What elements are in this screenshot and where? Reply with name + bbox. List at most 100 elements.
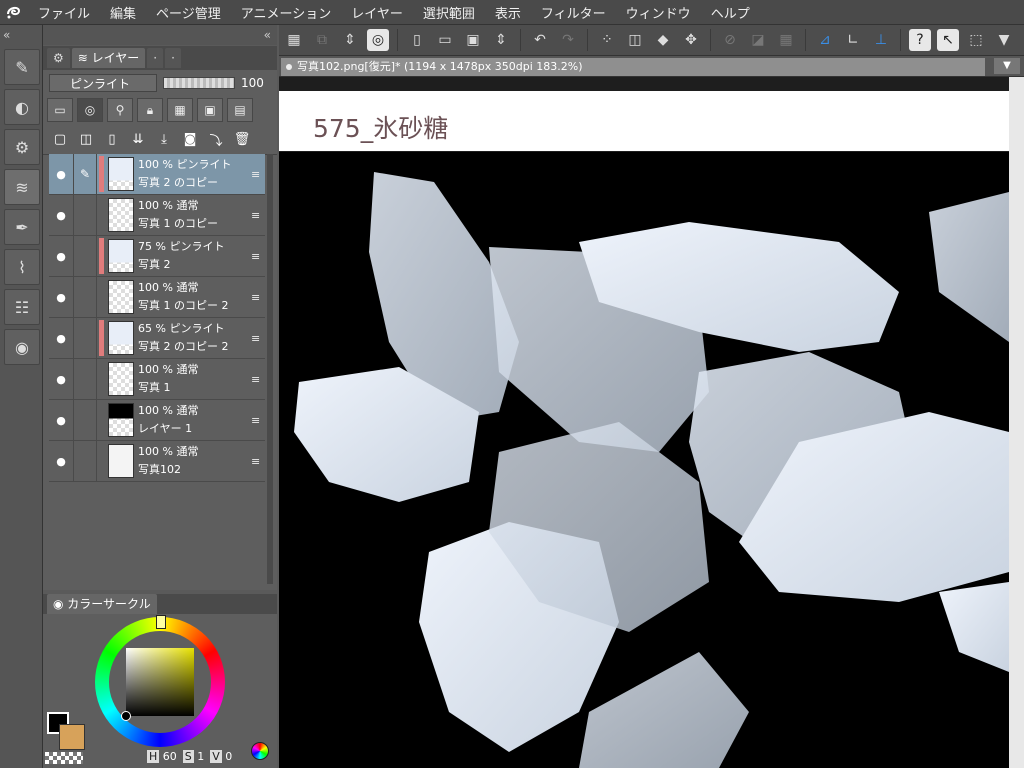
visibility-eye-icon[interactable]: ●	[49, 373, 73, 386]
edit-target-slot[interactable]	[73, 318, 97, 358]
fill-icon[interactable]: ◆	[652, 29, 674, 51]
layer-row[interactable]: ● 100 % 通常 写真 1 ≡	[49, 359, 265, 400]
edit-target-slot[interactable]	[73, 277, 97, 317]
help-icon[interactable]: ?	[909, 29, 931, 51]
menu-item-5[interactable]: 選択範囲	[413, 3, 485, 22]
combine-down-icon[interactable]: ⤓	[153, 128, 175, 150]
transparent-color-swatch[interactable]	[45, 752, 83, 764]
hue-ring[interactable]	[95, 615, 225, 747]
sub-color-swatch[interactable]	[59, 724, 85, 750]
tab-color-circle[interactable]: ◉ カラーサークル	[47, 594, 157, 614]
delete-layer-icon[interactable]: 🗑︎	[231, 128, 253, 150]
snap-grid-icon[interactable]: ⊥	[870, 29, 892, 51]
menu-item-7[interactable]: フィルター	[531, 3, 616, 22]
visibility-eye-icon[interactable]: ●	[49, 209, 73, 222]
canvas-vertical-scrollbar[interactable]	[1009, 77, 1024, 768]
opacity-slider[interactable]	[163, 77, 235, 89]
tool-icon[interactable]: ✎	[4, 49, 40, 85]
edit-target-slot[interactable]	[73, 236, 97, 276]
toolbar-menu-icon[interactable]: ▼	[993, 29, 1015, 51]
deselect-icon[interactable]: ⊘	[719, 29, 741, 51]
visibility-eye-icon[interactable]: ●	[49, 168, 73, 181]
menu-item-6[interactable]: 表示	[485, 3, 531, 22]
menu-item-0[interactable]: ファイル	[28, 3, 100, 22]
layer-thumbnail[interactable]	[108, 321, 134, 355]
menu-item-1[interactable]: 編集	[100, 3, 146, 22]
document-tab[interactable]: 写真102.png[復元]* (1194 x 1478px 350dpi 183…	[281, 58, 985, 76]
layer-thumbnail[interactable]	[108, 239, 134, 273]
collapse-left-icon[interactable]: «	[0, 25, 42, 45]
layer-thumbnail[interactable]	[108, 403, 134, 437]
new-vector-layer-icon[interactable]: ◫	[75, 128, 97, 150]
layer-thumbnail[interactable]	[108, 362, 134, 396]
layer-row[interactable]: ● ✎ 100 % ピンライト 写真 2 のコピー ≡	[49, 154, 265, 195]
layer-menu-icon[interactable]: ≡	[251, 168, 265, 181]
ruler-icon[interactable]: ⊿	[814, 29, 836, 51]
ruler-display-icon[interactable]: ▤	[227, 98, 253, 122]
selection-show-icon[interactable]: ▦	[775, 29, 797, 51]
layers-icon[interactable]: ≋	[4, 169, 40, 205]
lock-transparent-icon[interactable]: ▦	[167, 98, 193, 122]
layer-row[interactable]: ● 65 % ピンライト 写真 2 のコピー 2 ≡	[49, 318, 265, 359]
opacity-value[interactable]: 100	[241, 76, 264, 90]
color-wheel-icon[interactable]: ◉	[4, 329, 40, 365]
tab-other-1[interactable]: ·	[147, 48, 164, 68]
menu-item-2[interactable]: ページ管理	[146, 3, 231, 22]
invert-icon[interactable]: ◪	[747, 29, 769, 51]
layer-thumbnail[interactable]	[108, 157, 134, 191]
new-folder-icon[interactable]: ▯	[101, 128, 123, 150]
select-dots-icon[interactable]: ⁘	[596, 29, 618, 51]
snap-ruler-icon[interactable]: ∟	[842, 29, 864, 51]
menu-item-4[interactable]: レイヤー	[341, 3, 413, 22]
sub-tool-icon[interactable]: ✒	[4, 209, 40, 245]
brush-size-icon[interactable]: ⌇	[4, 249, 40, 285]
clip-studio-icon[interactable]: ◎	[367, 29, 389, 51]
sv-marker[interactable]	[121, 711, 131, 721]
saturation-value-square[interactable]	[126, 648, 194, 716]
pointer-icon[interactable]: ↖	[937, 29, 959, 51]
layer-menu-icon[interactable]: ≡	[251, 455, 265, 468]
layer-color-icon[interactable]: ▭	[47, 98, 73, 122]
lock-icon[interactable]: 🔒︎	[137, 98, 163, 122]
scroll-icon[interactable]: ⇕	[490, 29, 512, 51]
open-file-icon[interactable]: ▭	[434, 29, 456, 51]
visibility-eye-icon[interactable]: ●	[49, 291, 73, 304]
transform-icon[interactable]: ⧉	[311, 29, 333, 51]
canvas-area[interactable]: 575_氷砂糖	[279, 77, 1024, 768]
visibility-eye-icon[interactable]: ●	[49, 414, 73, 427]
transfer-down-icon[interactable]: ⇊	[127, 128, 149, 150]
clip-icon[interactable]: ◎	[77, 98, 103, 122]
edit-target-slot[interactable]	[73, 195, 97, 235]
layer-menu-icon[interactable]: ≡	[251, 332, 265, 345]
tab-other-2[interactable]: ·	[165, 48, 181, 68]
layer-menu-icon[interactable]: ≡	[251, 373, 265, 386]
visibility-eye-icon[interactable]: ●	[49, 332, 73, 345]
layer-row[interactable]: ● 75 % ピンライト 写真 2 ≡	[49, 236, 265, 277]
reference-layer-icon[interactable]: ⚲	[107, 98, 133, 122]
crop-icon[interactable]: ✥	[680, 29, 702, 51]
edit-target-slot[interactable]	[73, 359, 97, 399]
new-file-icon[interactable]: ▯	[406, 29, 428, 51]
hue-marker[interactable]	[156, 615, 166, 629]
layer-thumbnail[interactable]	[108, 280, 134, 314]
tool-property-icon[interactable]: ☷	[4, 289, 40, 325]
layer-row[interactable]: ● 100 % 通常 写真102 ≡	[49, 441, 265, 482]
layer-row[interactable]: ● 100 % 通常 写真 1 のコピー ≡	[49, 195, 265, 236]
collapse-panel-icon[interactable]: «	[43, 25, 277, 45]
visibility-eye-icon[interactable]: ●	[49, 455, 73, 468]
rock-sugar-photo[interactable]	[279, 152, 1009, 768]
layer-row[interactable]: ● 100 % 通常 レイヤー 1 ≡	[49, 400, 265, 441]
new-raster-layer-icon[interactable]: ▢	[49, 128, 71, 150]
navigator-icon[interactable]: ◐	[4, 89, 40, 125]
layer-thumbnail[interactable]	[108, 198, 134, 232]
edit-target-brush-icon[interactable]: ✎	[73, 154, 97, 194]
edit-target-slot[interactable]	[73, 400, 97, 440]
tab-layer[interactable]: ≋ レイヤー	[71, 48, 146, 68]
visibility-eye-icon[interactable]: ●	[49, 250, 73, 263]
edit-target-slot[interactable]	[73, 441, 97, 481]
layer-menu-icon[interactable]: ≡	[251, 250, 265, 263]
blend-mode-select[interactable]: ピンライト	[49, 74, 157, 92]
redo-icon[interactable]: ↷	[557, 29, 579, 51]
color-mode-icon[interactable]	[251, 742, 269, 760]
mask-icon[interactable]: ◙	[179, 128, 201, 150]
